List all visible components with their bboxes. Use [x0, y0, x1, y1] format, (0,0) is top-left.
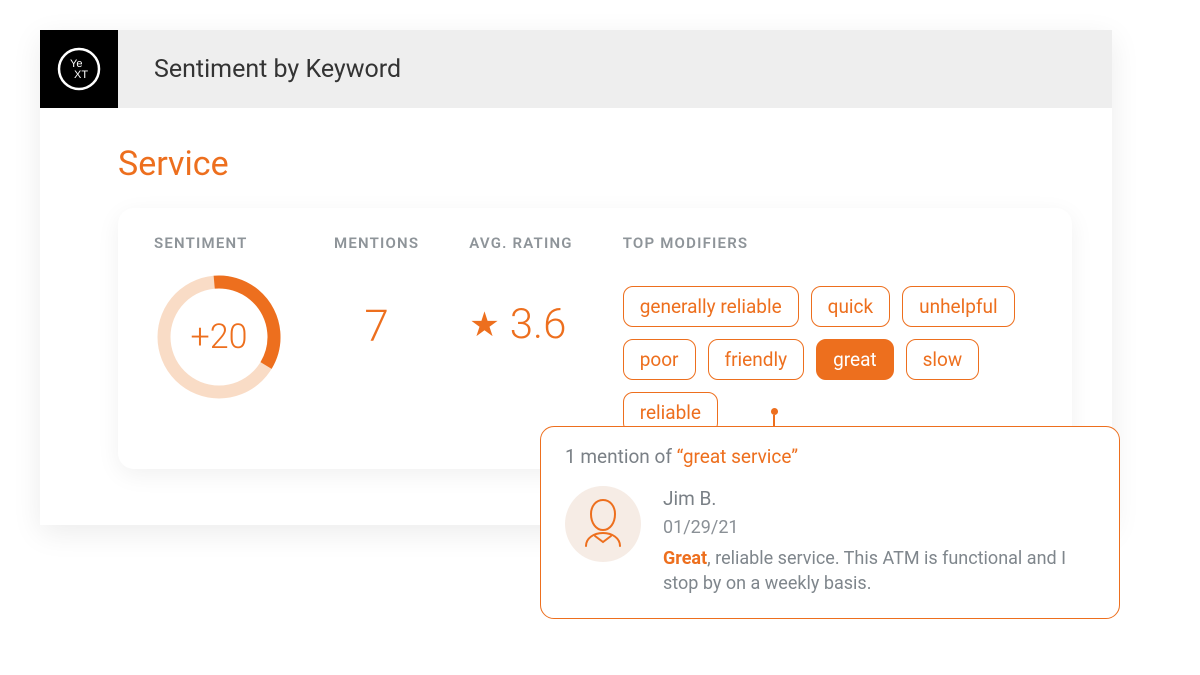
- avatar: [565, 486, 641, 562]
- sentiment-column: SENTIMENT +20: [154, 234, 284, 433]
- mentions-label: MENTIONS: [334, 234, 419, 252]
- header-bar: Ye XT Sentiment by Keyword: [40, 30, 1112, 108]
- mention-popover: 1 mention of “great service” Jim B. 01/2…: [540, 426, 1120, 619]
- connector-dot-icon: [771, 408, 778, 415]
- mentions-column: MENTIONS 7: [334, 234, 419, 433]
- modifier-chip-poor[interactable]: poor: [623, 339, 696, 380]
- popover-title-prefix: 1 mention of: [565, 445, 677, 468]
- modifier-chip-great[interactable]: great: [816, 339, 894, 380]
- sentiment-ring: +20: [154, 272, 284, 402]
- mention-rest: , reliable service. This ATM is function…: [663, 548, 1066, 594]
- modifier-chip-quick[interactable]: quick: [811, 286, 890, 327]
- mention-highlight: Great: [663, 548, 707, 569]
- modifiers-list: generally reliable quick unhelpful poor frie…: [623, 286, 1036, 433]
- mention-row: Jim B. 01/29/21 Great, reliable service.…: [565, 486, 1095, 596]
- modifier-chip-friendly[interactable]: friendly: [708, 339, 805, 380]
- yext-logo: Ye XT: [40, 30, 118, 108]
- star-icon: ★: [469, 308, 499, 342]
- mention-body: Jim B. 01/29/21 Great, reliable service.…: [663, 486, 1095, 596]
- yext-logo-icon: Ye XT: [55, 45, 103, 93]
- mention-date: 01/29/21: [663, 515, 1095, 540]
- keyword-heading: Service: [118, 144, 1072, 184]
- avg-rating-value: 3.6: [510, 300, 567, 349]
- avg-rating-column: AVG. RATING ★ 3.6: [469, 234, 572, 433]
- mention-author: Jim B.: [663, 486, 1095, 513]
- top-modifiers-label: TOP MODIFIERS: [623, 234, 1036, 252]
- popover-title-quote: “great service”: [677, 445, 798, 468]
- sentiment-label: SENTIMENT: [154, 234, 284, 252]
- sentiment-value: +20: [154, 272, 284, 402]
- avg-rating-label: AVG. RATING: [469, 234, 572, 252]
- modifier-chip-unhelpful[interactable]: unhelpful: [902, 286, 1015, 327]
- rating-row: ★ 3.6: [469, 300, 572, 349]
- connector-line-icon: [773, 415, 775, 426]
- page-title: Sentiment by Keyword: [154, 55, 401, 84]
- modifier-chip-slow[interactable]: slow: [906, 339, 980, 380]
- popover-title: 1 mention of “great service”: [565, 445, 1095, 468]
- top-modifiers-column: TOP MODIFIERS generally reliable quick unh…: [623, 234, 1036, 433]
- mention-text: Great, reliable service. This ATM is fun…: [663, 546, 1095, 596]
- svg-text:XT: XT: [74, 69, 88, 81]
- modifier-chip-generally-reliable[interactable]: generally reliable: [623, 286, 799, 327]
- avatar-icon: [578, 496, 628, 552]
- mentions-value: 7: [334, 300, 419, 352]
- popover-connector: [773, 408, 775, 426]
